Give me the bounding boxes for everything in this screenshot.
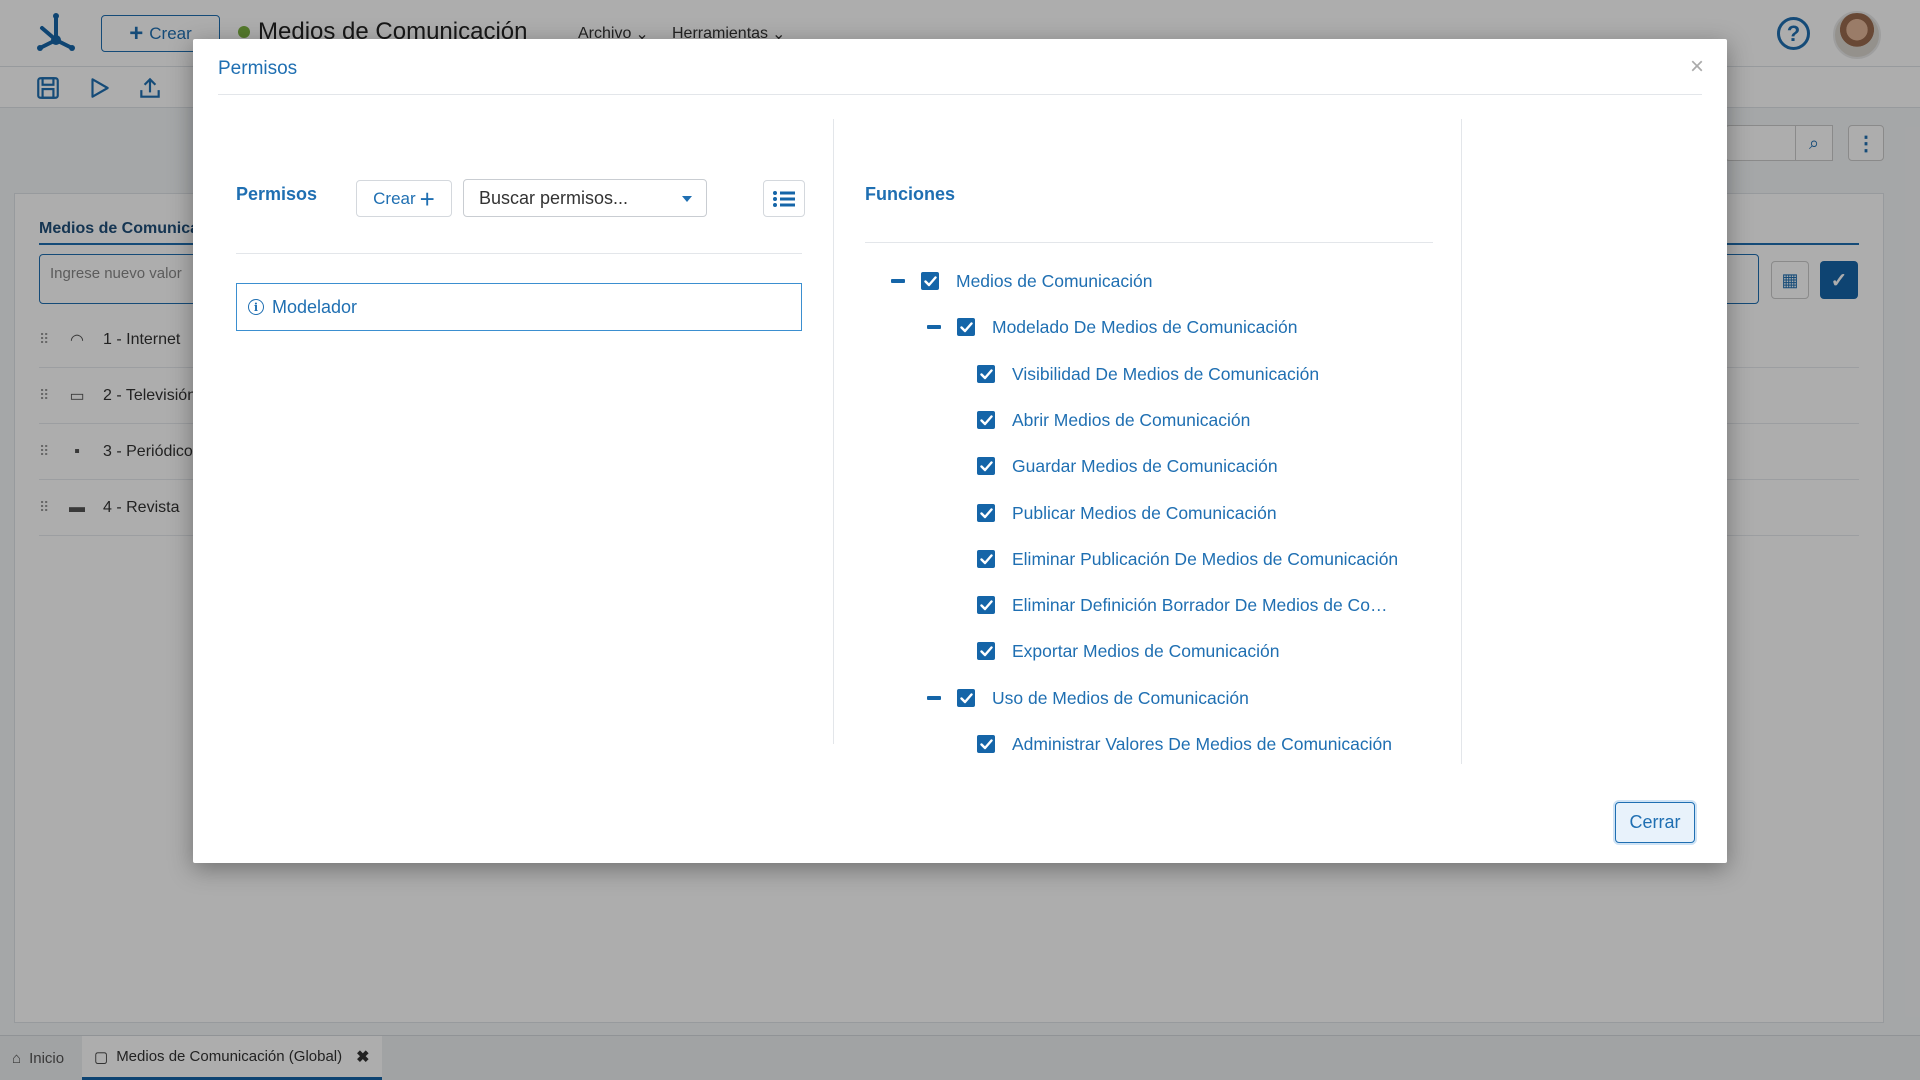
dialog-title: Permisos (218, 58, 298, 79)
tree-node[interactable]: Exportar Medios de Comunicación (977, 636, 1280, 666)
tree-node[interactable]: Guardar Medios de Comunicación (977, 451, 1278, 481)
create-permission-label: Crear (373, 188, 416, 208)
tree-node[interactable]: Uso de Medios de Comunicación (927, 683, 1249, 713)
list-view-button[interactable] (763, 180, 805, 217)
tree-node[interactable]: Administrar Valores De Medios de Comunic… (977, 729, 1392, 759)
tree-node-label: Modelado De Medios de Comunicación (992, 316, 1298, 337)
tree-node-label: Abrir Medios de Comunicación (1012, 409, 1251, 430)
collapse-icon[interactable] (891, 279, 905, 283)
list-icon (773, 190, 795, 207)
checkbox-checked-icon[interactable] (977, 735, 995, 753)
checkbox-checked-icon[interactable] (977, 550, 995, 568)
tree-node-label: Eliminar Publicación De Medios de Comuni… (1012, 548, 1399, 569)
checkbox-checked-icon[interactable] (977, 365, 995, 383)
divider (236, 253, 802, 254)
plus-icon: + (419, 183, 435, 214)
tree-node[interactable]: Eliminar Publicación De Medios de Comuni… (977, 544, 1398, 574)
divider (865, 242, 1433, 243)
tree-node-label: Medios de Comunicación (956, 270, 1153, 291)
tree-node[interactable]: Eliminar Definición Borrador De Medios d… (977, 590, 1402, 620)
column-divider (833, 119, 834, 744)
checkbox-checked-icon[interactable] (957, 689, 975, 707)
tree-node[interactable]: Abrir Medios de Comunicación (977, 405, 1250, 435)
checkbox-checked-icon[interactable] (921, 272, 939, 290)
collapse-icon[interactable] (927, 325, 941, 329)
dialog-header: Permisos × (218, 39, 1704, 95)
checkbox-checked-icon[interactable] (977, 504, 995, 522)
info-icon[interactable]: i (248, 299, 264, 315)
tree-node-label: Publicar Medios de Comunicación (1012, 502, 1277, 523)
permission-search-select[interactable]: Buscar permisos... (463, 179, 707, 217)
tree-node-label: Eliminar Definición Borrador De Medios d… (1012, 594, 1402, 615)
permission-item-modelador[interactable]: i Modelador (236, 283, 802, 331)
checkbox-checked-icon[interactable] (977, 457, 995, 475)
tree-node-label: Administrar Valores De Medios de Comunic… (1012, 733, 1392, 754)
tree-node-label: Visibilidad De Medios de Comunicación (1012, 363, 1320, 384)
tree-node-label: Uso de Medios de Comunicación (992, 687, 1249, 708)
checkbox-checked-icon[interactable] (957, 318, 975, 336)
checkbox-checked-icon[interactable] (977, 411, 995, 429)
close-icon[interactable]: × (1690, 53, 1704, 81)
checkbox-checked-icon[interactable] (977, 596, 995, 614)
checkbox-checked-icon[interactable] (977, 642, 995, 660)
column-divider (1461, 119, 1462, 764)
collapse-icon[interactable] (927, 696, 941, 700)
tree-node[interactable]: Publicar Medios de Comunicación (977, 498, 1277, 528)
close-dialog-button[interactable]: Cerrar (1615, 802, 1695, 843)
permission-search-value: Buscar permisos... (479, 187, 629, 208)
permission-item-label: Modelador (272, 296, 358, 317)
tree-node[interactable]: Modelado De Medios de Comunicación (927, 312, 1297, 342)
functions-heading: Funciones (865, 184, 956, 204)
permissions-dialog: Permisos × Permisos Crear + Buscar permi… (193, 39, 1727, 863)
permissions-heading: Permisos (236, 184, 318, 204)
tree-node-label: Guardar Medios de Comunicación (1012, 455, 1278, 476)
create-permission-button[interactable]: Crear + (356, 180, 452, 217)
tree-node[interactable]: Visibilidad De Medios de Comunicación (977, 359, 1319, 389)
tree-node[interactable]: Medios de Comunicación (891, 266, 1153, 296)
caret-down-icon (682, 196, 692, 202)
tree-node-label: Exportar Medios de Comunicación (1012, 640, 1280, 661)
